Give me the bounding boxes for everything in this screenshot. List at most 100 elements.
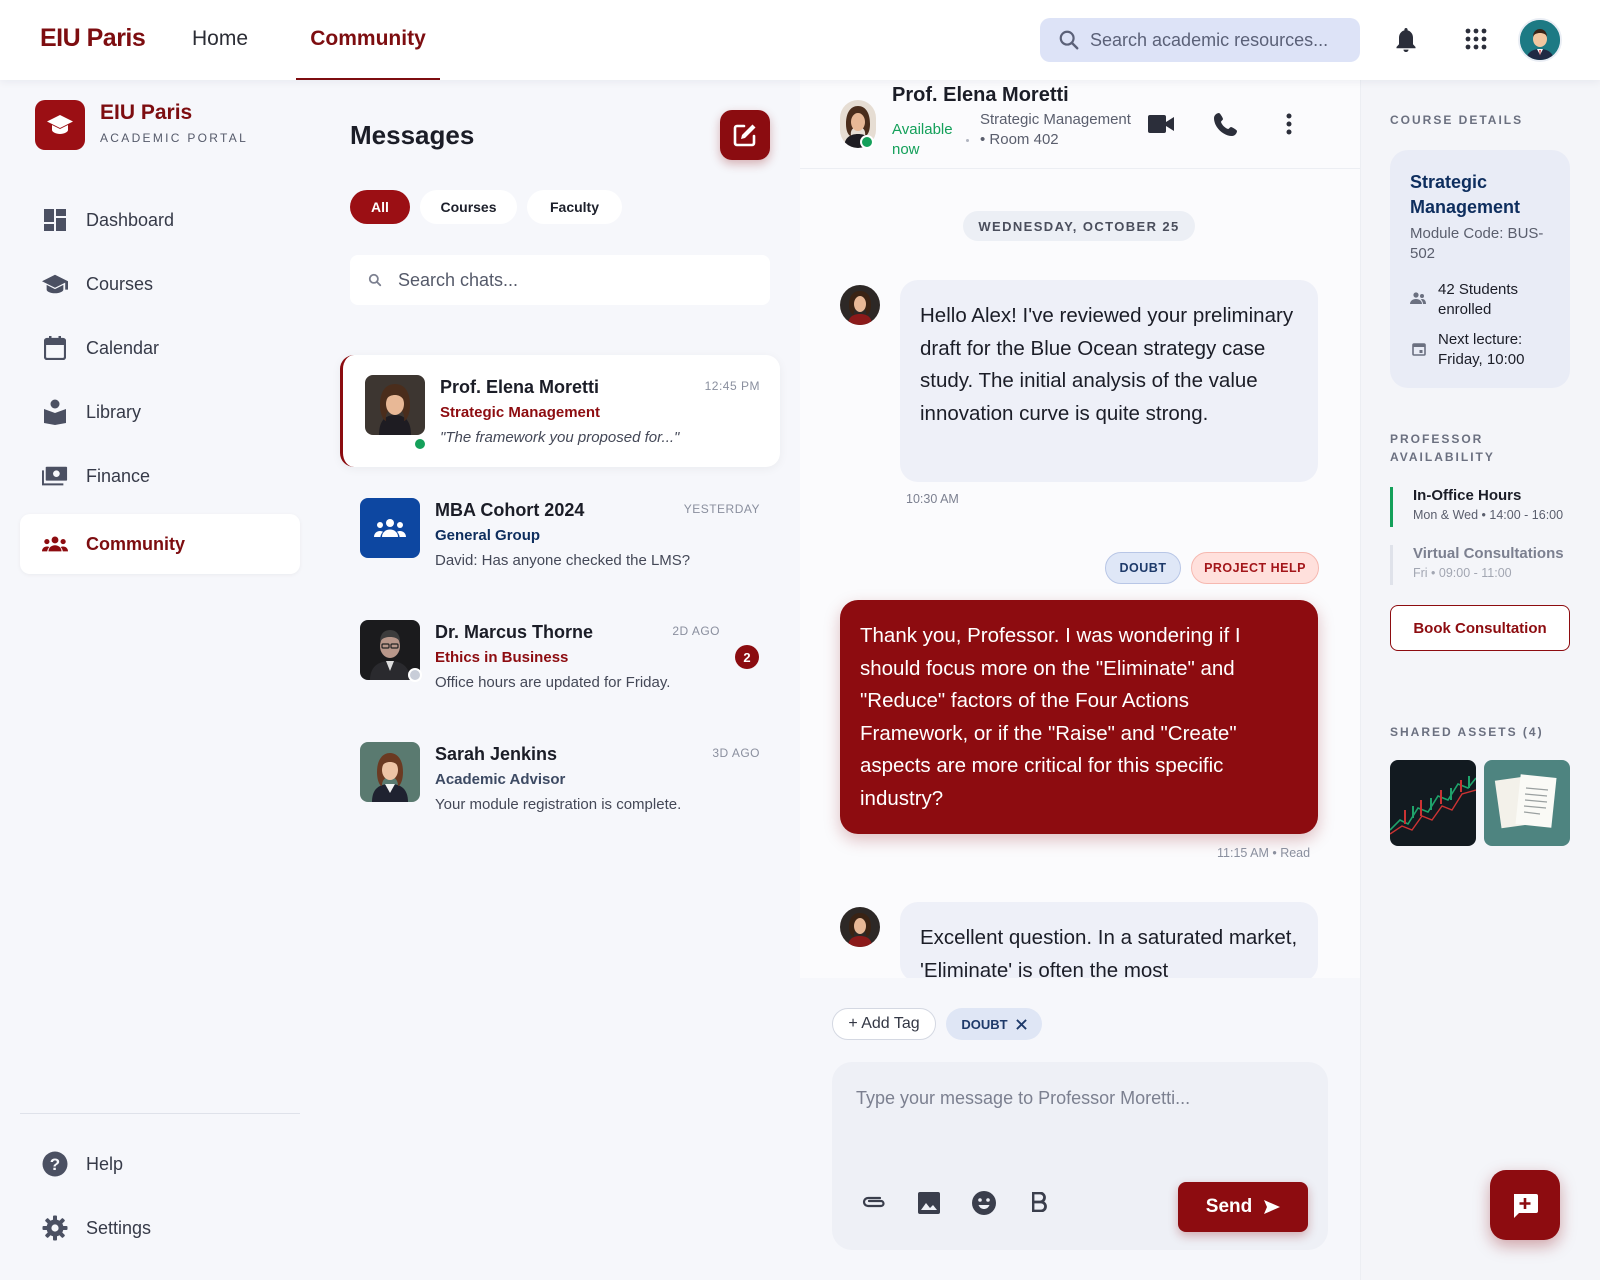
conversation-item[interactable]: Sarah Jenkins Academic Advisor Your modu… xyxy=(340,722,780,834)
sidebar-item-help[interactable]: ? Help xyxy=(20,1134,300,1194)
dashboard-icon xyxy=(42,207,68,233)
conversation-subtitle: Strategic Management xyxy=(440,404,601,421)
gear-icon xyxy=(42,1215,68,1241)
unread-count-badge: 2 xyxy=(735,645,759,669)
user-avatar[interactable] xyxy=(1518,18,1562,62)
help-icon: ? xyxy=(42,1151,68,1177)
chat-contact-name: Prof. Elena Moretti xyxy=(892,84,1069,106)
sidebar-item-courses[interactable]: Courses xyxy=(20,254,300,314)
sender-avatar xyxy=(840,907,880,947)
message-time: 10:30 AM xyxy=(906,492,959,506)
shared-asset-thumbnail[interactable] xyxy=(1484,760,1570,846)
sidebar-item-calendar[interactable]: Calendar xyxy=(20,318,300,378)
sidebar-item-dashboard[interactable]: Dashboard xyxy=(20,190,300,250)
availability-slot: In-Office Hours Mon & Wed • 14:00 - 16:0… xyxy=(1390,487,1563,527)
message-time-read: 11:15 AM • Read xyxy=(1217,846,1311,860)
image-icon[interactable] xyxy=(918,1192,940,1214)
close-icon[interactable] xyxy=(1015,1018,1027,1030)
avatar xyxy=(360,742,420,802)
conversation-item[interactable]: Prof. Elena Moretti Strategic Management… xyxy=(340,355,780,467)
conversation-name: Prof. Elena Moretti xyxy=(440,377,600,397)
students-enrolled: 42 Students enrolled xyxy=(1438,281,1519,318)
sidebar-item-label: Library xyxy=(86,401,142,422)
chat-contact-status: Available now xyxy=(892,121,953,158)
sidebar-divider xyxy=(20,1113,300,1114)
notification-bell-icon[interactable] xyxy=(1394,26,1418,54)
global-search-placeholder: Search academic resources... xyxy=(1090,29,1329,50)
sidebar-brand: EIU Paris xyxy=(100,101,193,124)
sidebar-item-community[interactable]: Community xyxy=(20,514,300,574)
apps-grid-icon[interactable] xyxy=(1465,28,1487,50)
message-tag-project-help: PROJECT HELP xyxy=(1191,552,1319,584)
conversation-item[interactable]: MBA Cohort 2024 General Group David: Has… xyxy=(340,478,780,590)
filter-faculty[interactable]: Faculty xyxy=(527,190,622,224)
conversation-time: 2D AGO xyxy=(672,624,720,638)
shared-asset-thumbnail[interactable] xyxy=(1390,760,1476,846)
sidebar-item-label: Help xyxy=(86,1153,124,1174)
chat-search-placeholder: Search chats... xyxy=(398,269,519,290)
more-options-icon[interactable] xyxy=(1286,113,1292,135)
conversation-preview: "The framework you proposed for..." xyxy=(440,429,680,446)
search-icon xyxy=(368,273,382,287)
conversation-preview: David: Has anyone checked the LMS? xyxy=(435,552,691,569)
send-button[interactable]: Send xyxy=(1178,1182,1308,1232)
offline-status-dot xyxy=(408,668,422,682)
chat-search-input[interactable]: Search chats... xyxy=(350,255,770,305)
nav-home[interactable]: Home xyxy=(192,27,248,51)
chat-contact-course: Strategic Management • Room 402 xyxy=(980,111,1131,148)
sender-avatar xyxy=(840,285,880,325)
separator-dot xyxy=(966,139,969,142)
bold-icon[interactable] xyxy=(1032,1192,1048,1212)
conversation-item[interactable]: Dr. Marcus Thorne Ethics in Business Off… xyxy=(340,600,780,712)
sidebar-brand-subtitle: ACADEMIC PORTAL xyxy=(100,131,249,145)
online-status-dot xyxy=(860,135,874,149)
date-separator: WEDNESDAY, OCTOBER 25 xyxy=(963,211,1195,241)
selected-tag-doubt[interactable]: DOUBT xyxy=(946,1008,1042,1040)
availability-heading: PROFESSOR AVAILABILITY xyxy=(1390,432,1495,464)
edit-icon xyxy=(733,124,756,147)
send-arrow-icon xyxy=(1264,1200,1281,1214)
emoji-icon[interactable] xyxy=(972,1191,996,1215)
sidebar-item-library[interactable]: Library xyxy=(20,382,300,442)
availability-time: Mon & Wed • 14:00 - 16:00 xyxy=(1413,508,1564,522)
school-icon xyxy=(42,271,68,297)
phone-call-icon[interactable] xyxy=(1214,112,1238,136)
outgoing-message-bubble: Thank you, Professor. I was wondering if… xyxy=(840,600,1318,834)
library-icon xyxy=(42,399,68,425)
message-tag-doubt: DOUBT xyxy=(1105,552,1181,584)
global-search-input[interactable]: Search academic resources... xyxy=(1040,18,1360,62)
new-message-button[interactable] xyxy=(720,110,770,160)
community-icon xyxy=(42,531,68,557)
conversation-name: Sarah Jenkins xyxy=(435,744,558,764)
add-tag-button[interactable]: + Add Tag xyxy=(832,1008,936,1040)
brand-logo-text[interactable]: EIU Paris xyxy=(40,24,146,53)
conversation-subtitle: Ethics in Business xyxy=(435,649,569,666)
message-input-placeholder: Type your message to Professor Moretti..… xyxy=(856,1088,1191,1108)
messages-title: Messages xyxy=(350,120,475,150)
sidebar-item-finance[interactable]: Finance xyxy=(20,446,300,506)
sidebar-item-settings[interactable]: Settings xyxy=(20,1198,300,1258)
shared-assets-heading: SHARED ASSETS (4) xyxy=(1390,725,1544,739)
svg-text:?: ? xyxy=(50,1155,60,1174)
book-consultation-button[interactable]: Book Consultation xyxy=(1390,605,1570,651)
video-call-icon[interactable] xyxy=(1148,114,1174,134)
availability-title: In-Office Hours xyxy=(1413,487,1522,504)
course-title: Strategic Management xyxy=(1410,172,1521,217)
availability-title: Virtual Consultations xyxy=(1413,545,1564,562)
sidebar-item-label: Settings xyxy=(86,1217,152,1238)
graduation-cap-logo-icon xyxy=(35,100,85,150)
sidebar-item-label: Finance xyxy=(86,465,151,486)
conversation-preview: Office hours are updated for Friday. xyxy=(435,674,671,691)
filter-all[interactable]: All xyxy=(350,190,410,224)
filter-courses[interactable]: Courses xyxy=(420,190,517,224)
group-icon xyxy=(360,498,420,558)
incoming-message-bubble: Excellent question. In a saturated marke… xyxy=(900,902,1318,982)
new-chat-fab[interactable] xyxy=(1490,1170,1560,1240)
conversation-name: MBA Cohort 2024 xyxy=(435,500,585,520)
attach-icon[interactable] xyxy=(862,1194,888,1210)
finance-icon xyxy=(42,463,68,489)
nav-community[interactable]: Community xyxy=(296,27,440,80)
conversation-preview: Your module registration is complete. xyxy=(435,796,682,813)
students-icon xyxy=(1410,292,1426,304)
sidebar-item-label: Calendar xyxy=(86,337,160,358)
